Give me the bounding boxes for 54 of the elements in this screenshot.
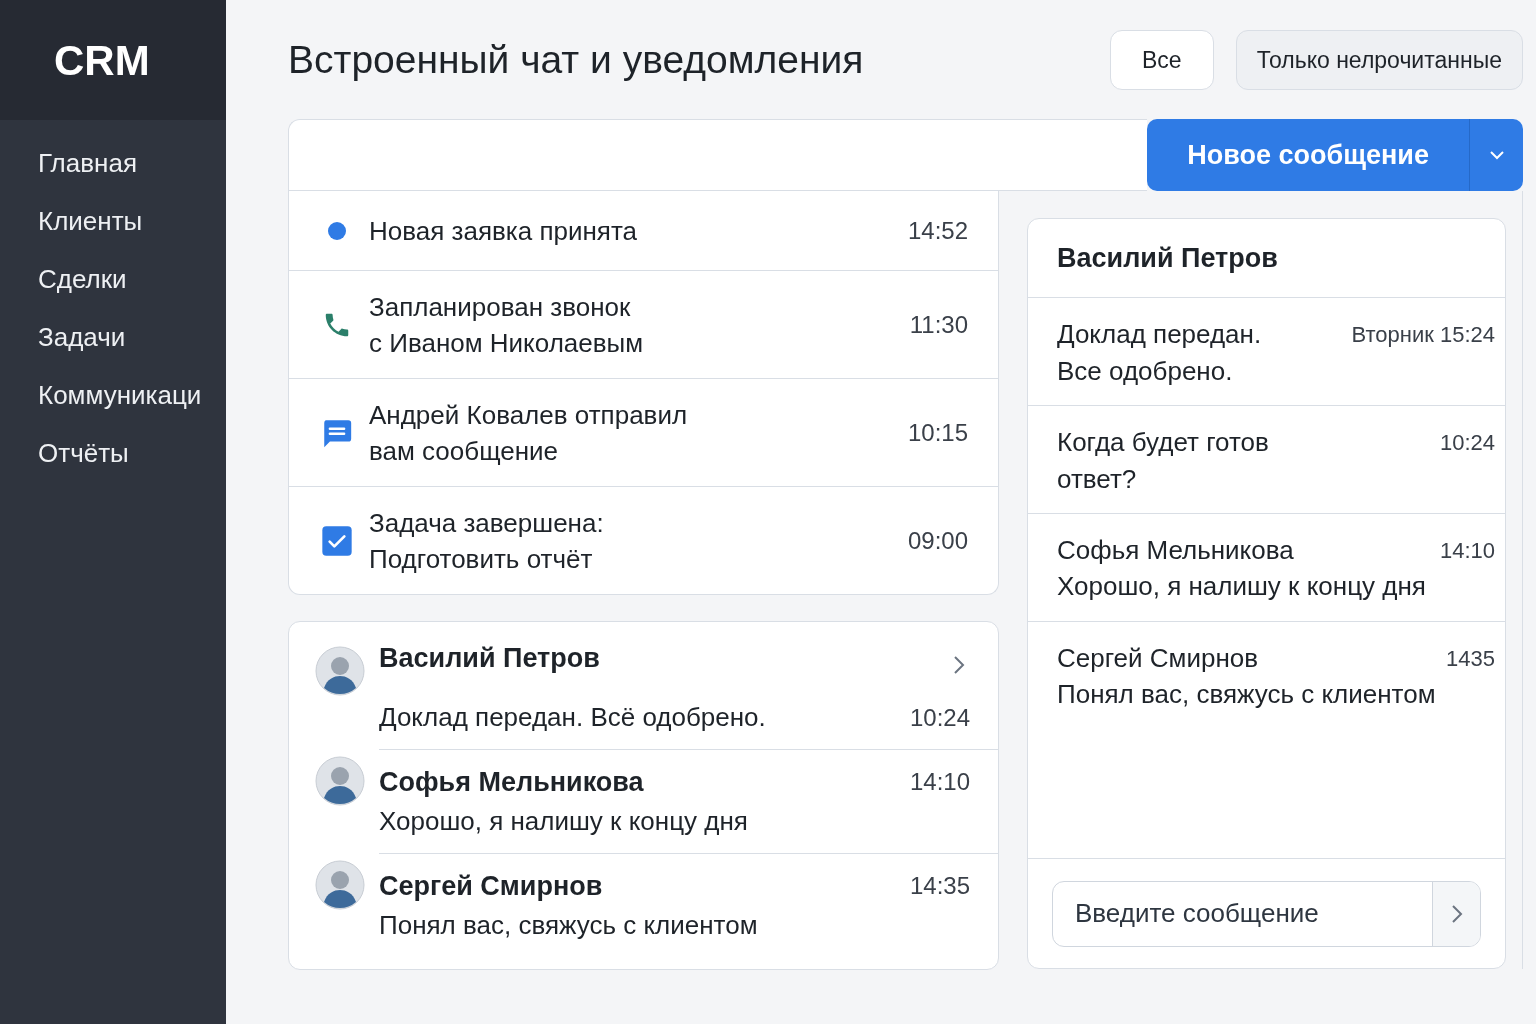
message-time: Вторник 15:24 (1351, 321, 1496, 349)
message-preview: Хорошо, я налишу к концу дня (379, 805, 748, 838)
sender-name: Сергей Смирнов (1057, 642, 1260, 675)
message-time: 10:24 (1439, 429, 1496, 457)
message-text: Доклад передан. Все одобрено. (1057, 318, 1263, 388)
send-button[interactable] (1432, 881, 1480, 946)
avatar-icon (315, 756, 365, 806)
notification-item[interactable]: Запланирован звонок с Иваном Николаевым 11:30 (289, 270, 998, 378)
filter-button[interactable]: Все (1109, 30, 1214, 90)
notification-time: 11:30 (909, 309, 968, 340)
conversation-time: 14:35 (909, 871, 970, 901)
message-text: Понял вас, свяжусь с клиентом (1057, 678, 1437, 711)
message-preview: Понял вас, свяжусь с клиентом (379, 909, 758, 942)
notification-time: 09:00 (907, 525, 968, 556)
notification-time: 14:52 (907, 215, 968, 246)
notification-time: 10:15 (907, 417, 968, 448)
caret-icon (1487, 149, 1506, 161)
notification-text: Андрей Ковалев отправил вам сообщение (369, 398, 689, 468)
avatar-icon (315, 646, 365, 696)
sidebar-item[interactable]: Отчёты (38, 436, 226, 470)
conversation-time: 14:10 (909, 767, 970, 797)
filter-button[interactable]: Только нелрочитанные (1235, 30, 1523, 90)
chat-title: Василий Петров (1057, 241, 1278, 275)
page-title: Встроенный чат и уведомления (288, 36, 865, 83)
sender-name: Софья Мельникова (1057, 534, 1295, 567)
logo-text: CRM (54, 35, 150, 86)
notification-item[interactable]: Андрей Ковалев отправил вам сообщение 10:15 (289, 378, 998, 486)
message-text: Когда будет готов ответ? (1057, 426, 1270, 496)
notification-text: Новая заявка принята (369, 214, 638, 248)
avatar-icon (315, 860, 365, 910)
notification-item[interactable]: Новая заявка принята 14:52 (289, 191, 998, 270)
contact-name: Василий Петров (379, 641, 600, 675)
message-preview: Доклад передан. Всё одобрено. (379, 701, 766, 734)
conversation-item[interactable]: Сергей Смирнов 14:35 Понял вас, свяжусь с клиентом (379, 853, 998, 957)
notification-text: Запланирован звонок с Иваном Николаевым (369, 290, 645, 360)
new-message-button[interactable]: Новое сообщение (1147, 119, 1469, 191)
sidebar-item[interactable]: Задачи (38, 320, 226, 354)
sidebar-item[interactable]: Клиенты (38, 204, 226, 238)
conversation-time: 10:24 (909, 702, 970, 733)
contact-name: Сергей Смирнов (379, 869, 603, 903)
message-time: 1435 (1446, 645, 1496, 673)
checkbox-icon (321, 524, 353, 557)
notification-item[interactable]: Задача завершена: Подготовить отчёт 09:00 (289, 486, 998, 594)
message-text: Хорошо, я налишу к концу дня (1057, 570, 1427, 603)
contact-name: Софья Мельникова (379, 765, 644, 799)
conversation-item[interactable]: Софья Мельникова 14:10 Хорошо, я налишу к концу дня (379, 749, 998, 853)
message-time: 14:10 (1439, 537, 1496, 565)
sidebar-item[interactable]: Сделки (38, 262, 226, 296)
notification-text: Задача завершена: Подготовить отчёт (369, 506, 605, 576)
sidebar-item[interactable]: Коммуникаци (38, 378, 226, 412)
conversation-item[interactable]: Василий Петров Доклад передан. Всё одобрено. 10:24 (379, 640, 998, 749)
chevron-right-icon (1450, 903, 1463, 924)
sidebar-item[interactable]: Главная (38, 146, 226, 180)
chevron-right-icon (952, 654, 966, 676)
